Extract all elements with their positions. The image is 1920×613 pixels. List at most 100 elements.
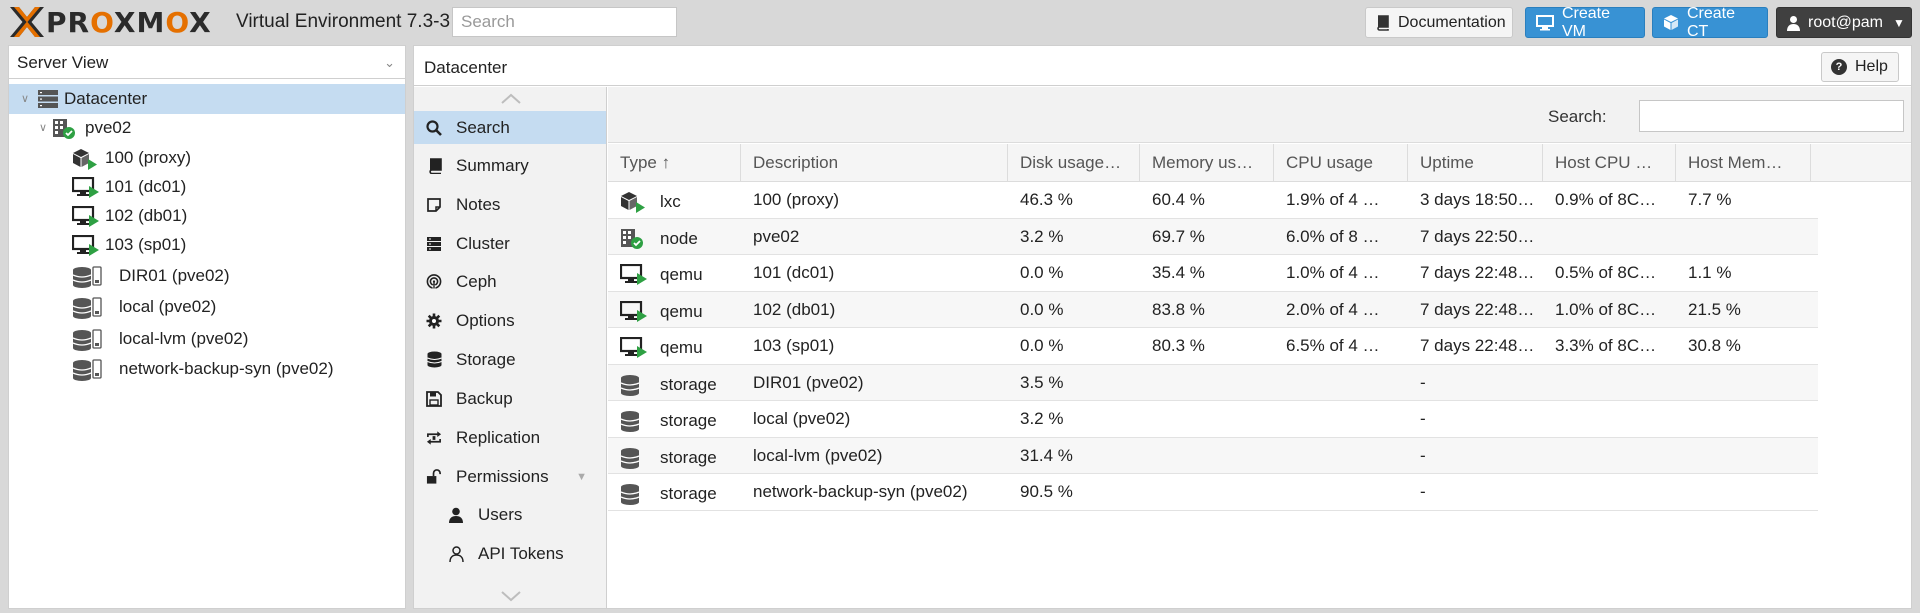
scroll-up-button[interactable] [414, 87, 606, 111]
cell-hmem: 1.1 % [1688, 263, 1732, 282]
cell-cpu [1274, 474, 1408, 510]
proxmox-logo[interactable]: PROXMOX [10, 6, 212, 39]
cell-type: storage [608, 474, 741, 510]
menu-item-notes[interactable]: Notes [414, 188, 606, 221]
menu-item-cluster[interactable]: Cluster [414, 227, 606, 260]
tree-node-dir01-pve02[interactable]: DIR01 (pve02) [9, 261, 405, 291]
storage-icon [620, 482, 640, 510]
type-label: qemu [660, 338, 703, 357]
table-row[interactable]: storage local-lvm (pve02) 31.4 % - [608, 437, 1818, 474]
cell-cpu: 1.9% of 4 … [1286, 190, 1380, 209]
tree-node-local-pve02[interactable]: local (pve02) [9, 292, 405, 322]
menu-item-label: Options [456, 310, 515, 330]
column-header-3[interactable]: Disk usage… [1008, 144, 1140, 182]
column-header-4[interactable]: Memory us… [1140, 144, 1274, 182]
table-row[interactable]: node pve02 3.2 % 69.7 % 6.0% of 8 … 7 days 22… [608, 218, 1818, 255]
cell-hmem [1676, 401, 1811, 437]
cell-hcpu: 1.0% of 8C… [1555, 299, 1657, 319]
type-label: qemu [660, 265, 703, 284]
column-header-7[interactable]: Host CPU … [1543, 144, 1676, 182]
user-label: root@pam [1808, 13, 1883, 31]
view-selector[interactable]: Server View ⌄ [9, 46, 405, 79]
unlock-icon [426, 468, 442, 485]
cell-mem [1140, 365, 1274, 401]
column-header-6[interactable]: Uptime [1408, 144, 1543, 182]
tree-node-100-proxy[interactable]: 100 (proxy) [9, 143, 405, 173]
menu-item-storage[interactable]: Storage [414, 343, 606, 376]
cell-uptime: - [1420, 409, 1426, 428]
node-online-icon [620, 227, 644, 255]
grid-body: lxc 100 (proxy) 46.3 % 60.4 % 1.9% of 4 … 3 d… [608, 182, 1911, 511]
menu-item-summary[interactable]: Summary [414, 149, 606, 182]
menu-item-label: Permissions [456, 466, 549, 486]
cell-cpu: 2.0% of 4 … [1286, 299, 1380, 319]
menu-item-permissions[interactable]: Permissions ▼ [414, 460, 606, 493]
cell-type: qemu [608, 255, 741, 291]
tree-node-network-backup-syn-pve02[interactable]: network-backup-syn (pve02) [9, 354, 405, 384]
cell-mem [1140, 401, 1274, 437]
tree-node-label: local-lvm (pve02) [119, 329, 249, 348]
menu-item-label: Summary [456, 155, 529, 175]
expand-toggle-icon[interactable]: ∨ [21, 84, 29, 114]
expand-toggle-icon[interactable]: ∨ [39, 113, 47, 143]
table-row[interactable]: storage network-backup-syn (pve02) 90.5 % - [608, 474, 1818, 511]
cell-desc: 100 (proxy) [753, 190, 839, 209]
menu-item-label: Cluster [456, 233, 510, 253]
cell-disk: 3.2 % [1020, 226, 1064, 246]
column-header-5[interactable]: CPU usage [1274, 144, 1408, 182]
cell-cpu [1274, 438, 1408, 474]
cell-cpu [1274, 365, 1408, 401]
table-row[interactable]: lxc 100 (proxy) 46.3 % 60.4 % 1.9% of 4 … 3 d… [608, 182, 1818, 219]
menu-item-options[interactable]: Options [414, 304, 606, 337]
table-row[interactable]: qemu 102 (db01) 0.0 % 83.8 % 2.0% of 4 … 7 da… [608, 291, 1818, 328]
menu-item-api-tokens[interactable]: API Tokens [414, 537, 606, 570]
menu-item-users[interactable]: Users [414, 498, 606, 531]
replication-icon [426, 430, 442, 446]
help-button[interactable]: ? Help [1821, 52, 1899, 82]
chevron-down-icon: ⌄ [384, 55, 395, 70]
column-header-1[interactable]: Type ↑ [608, 144, 741, 182]
tree-node-datacenter[interactable]: ∨ Datacenter [9, 84, 405, 114]
top-search-input[interactable]: Search [452, 7, 677, 37]
chevron-down-icon [500, 591, 521, 602]
tree-node-pve02[interactable]: ∨ pve02 [9, 113, 405, 143]
table-row[interactable]: qemu 103 (sp01) 0.0 % 80.3 % 6.5% of 4 … 7 da… [608, 328, 1818, 365]
tree-node-101-dc01[interactable]: 101 (dc01) [9, 172, 405, 202]
grid-header: Type ↑ Description Disk usage… Memory us… CP… [608, 144, 1911, 182]
cell-disk: 0.0 % [1020, 299, 1064, 319]
tree-node-102-db01[interactable]: 102 (db01) [9, 201, 405, 231]
menu-item-search[interactable]: Search [414, 111, 606, 144]
storage-device-icon [92, 297, 102, 327]
tree-node-local-lvm-pve02[interactable]: local-lvm (pve02) [9, 324, 405, 354]
menu-item-backup[interactable]: Backup [414, 382, 606, 415]
menu-item-label: Search [456, 117, 510, 137]
search-input[interactable] [1639, 100, 1904, 132]
column-header-2[interactable]: Description [741, 144, 1008, 182]
create-ct-button[interactable]: Create CT [1652, 5, 1768, 40]
tree-node-103-sp01[interactable]: 103 (sp01) [9, 230, 405, 260]
column-header-8[interactable]: Host Mem… [1676, 144, 1811, 182]
main-panel: Datacenter ? Help Search Summary Notes Clus… [413, 45, 1912, 609]
create-vm-button[interactable]: Create VM [1525, 5, 1645, 40]
menu-item-ceph[interactable]: Ceph [414, 265, 606, 298]
cell-disk: 3.5 % [1020, 372, 1064, 392]
menu-item-replication[interactable]: Replication [414, 421, 606, 454]
table-row[interactable]: storage DIR01 (pve02) 3.5 % - [608, 364, 1818, 401]
cell-mem [1140, 438, 1274, 474]
vm-running-icon [619, 263, 648, 291]
documentation-button[interactable]: Documentation [1365, 7, 1513, 38]
table-row[interactable]: storage local (pve02) 3.2 % - [608, 401, 1818, 438]
cell-uptime: 7 days 22:48… [1420, 263, 1535, 282]
cell-hmem: 7.7 % [1688, 190, 1732, 209]
menu-item-label: Notes [456, 194, 501, 214]
collapse-caret-icon[interactable]: ▼ [576, 471, 587, 483]
scroll-down-button[interactable] [414, 584, 606, 608]
book-icon [426, 157, 442, 174]
cell-hcpu [1543, 438, 1676, 474]
cluster-icon [426, 236, 442, 252]
cell-hcpu: 0.5% of 8C… [1555, 263, 1657, 282]
table-row[interactable]: qemu 101 (dc01) 0.0 % 35.4 % 1.0% of 4 … 7 da… [608, 255, 1818, 292]
tree-node-label: pve02 [85, 118, 132, 137]
user-menu-button[interactable]: root@pam ▼ [1776, 7, 1912, 38]
monitor-icon [1536, 14, 1554, 31]
